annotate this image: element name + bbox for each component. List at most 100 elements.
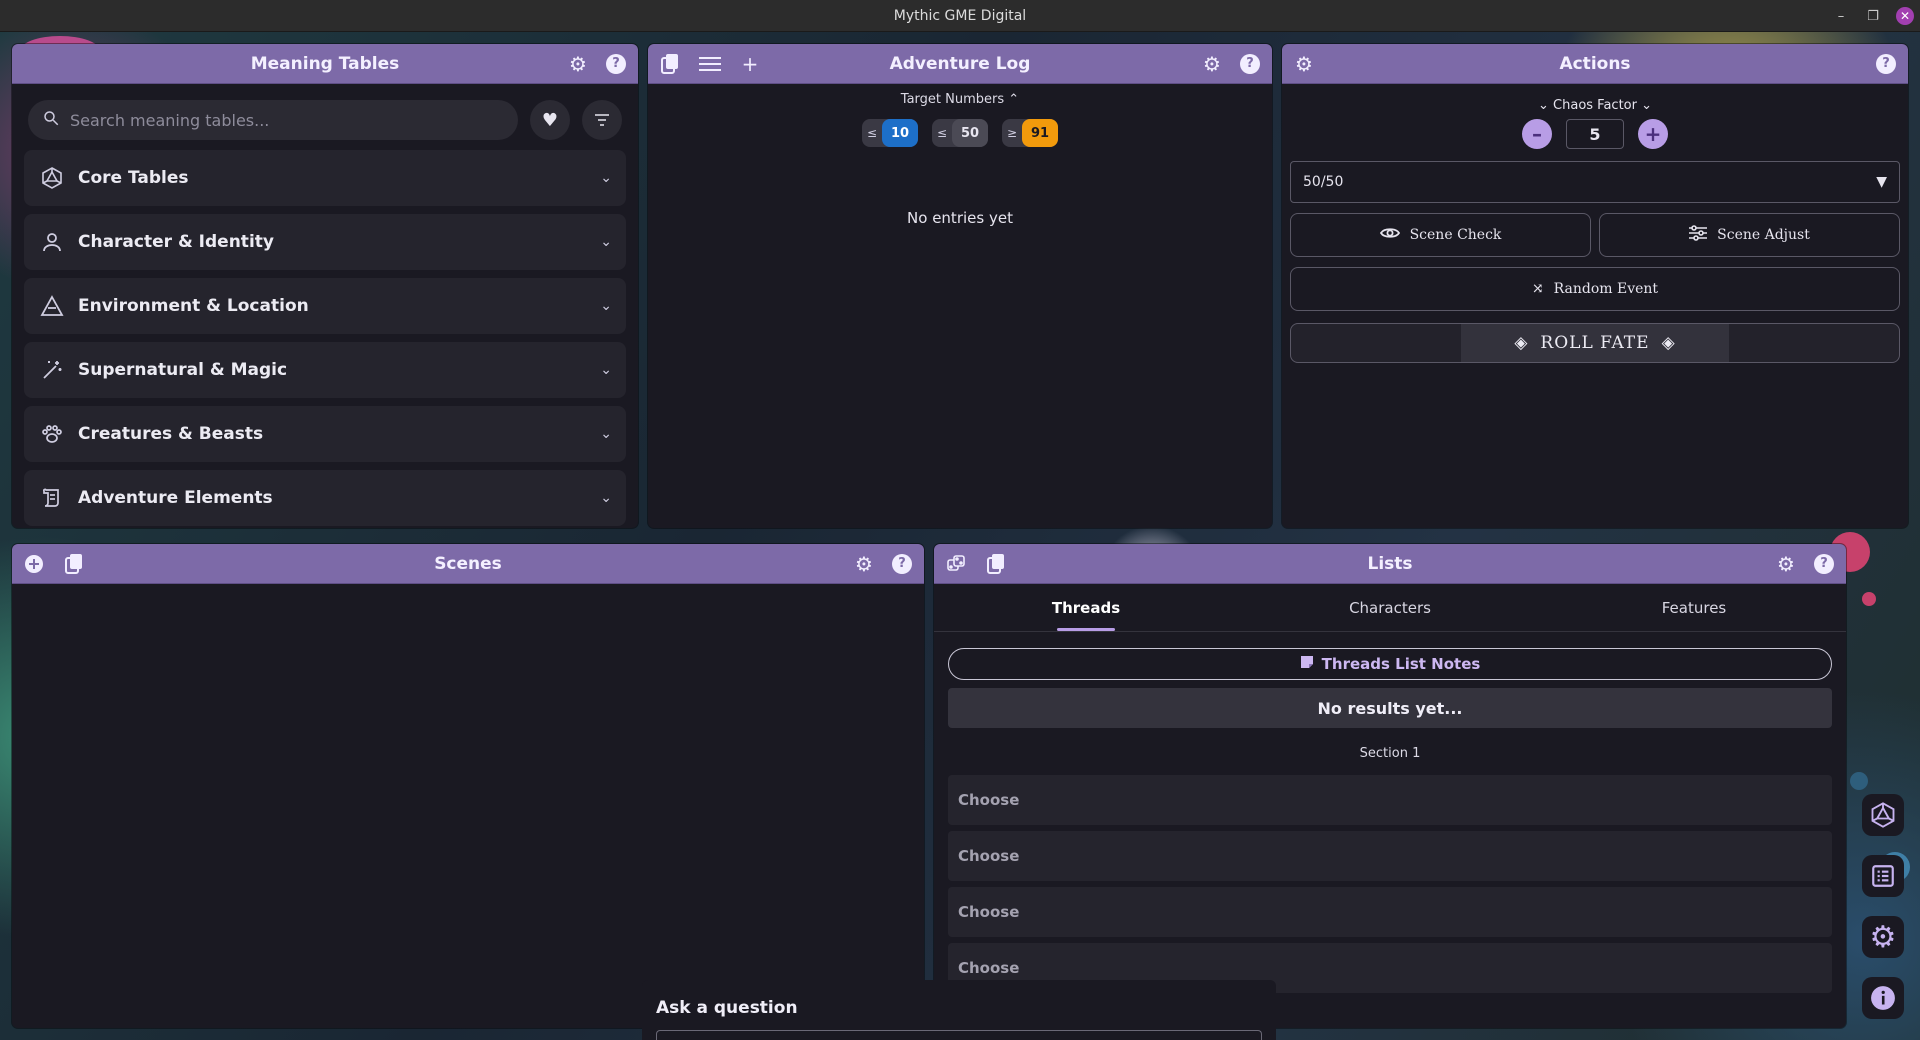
chevron-down-icon: ⌄ bbox=[1641, 98, 1653, 113]
diamond-icon: ◈ bbox=[1661, 333, 1676, 353]
d20-icon[interactable] bbox=[1862, 794, 1904, 836]
decrease-chaos-button[interactable]: – bbox=[1522, 119, 1552, 149]
gear-icon[interactable]: ⚙ bbox=[1200, 52, 1224, 76]
roll-fate-button[interactable]: ◈ ROLL FATE ◈ bbox=[1290, 323, 1900, 363]
scene-adjust-button[interactable]: Scene Adjust bbox=[1599, 213, 1900, 257]
category-adventure-elements[interactable]: Adventure Elements ⌄ bbox=[24, 470, 626, 526]
category-core-tables[interactable]: Core Tables ⌄ bbox=[24, 150, 626, 206]
copy-icon[interactable] bbox=[658, 52, 682, 76]
threads-notes-button[interactable]: Threads List Notes bbox=[948, 648, 1832, 680]
chevron-down-icon: ⌄ bbox=[600, 234, 612, 250]
help-icon[interactable]: ? bbox=[1874, 52, 1898, 76]
chevron-down-icon: ⌄ bbox=[600, 298, 612, 314]
search-box bbox=[28, 100, 518, 140]
category-label: Character & Identity bbox=[78, 232, 274, 252]
favorites-heart-icon[interactable]: ♥ bbox=[530, 100, 570, 140]
info-icon[interactable] bbox=[1862, 977, 1904, 1019]
target-pill: ≤ 10 bbox=[862, 119, 918, 147]
gear-icon[interactable]: ⚙ bbox=[1292, 52, 1316, 76]
help-icon[interactable]: ? bbox=[604, 52, 628, 76]
category-creatures-beasts[interactable]: Creatures & Beasts ⌄ bbox=[24, 406, 626, 462]
diamond-icon: ◈ bbox=[1514, 333, 1529, 353]
category-label: Core Tables bbox=[78, 168, 189, 188]
chaos-factor-value[interactable]: 5 bbox=[1566, 119, 1624, 149]
chevron-down-icon: ⌄ bbox=[1537, 98, 1549, 113]
lists-header: Lists ⚙ ? bbox=[934, 544, 1846, 584]
dice-icon[interactable] bbox=[944, 552, 968, 576]
scenes-header: Scenes ⚙ ? bbox=[12, 544, 924, 584]
panel-title: Meaning Tables bbox=[250, 53, 400, 74]
meaning-tables-header: Meaning Tables ⚙ ? bbox=[12, 44, 638, 84]
copy-icon[interactable] bbox=[62, 552, 86, 576]
target-operator: ≤ bbox=[866, 126, 878, 140]
maximize-button[interactable]: ❐ bbox=[1864, 7, 1882, 25]
category-label: Environment & Location bbox=[78, 296, 309, 316]
lists-panel: Lists ⚙ ? Threads Characters Features Th… bbox=[934, 544, 1846, 1028]
scene-check-label: Scene Check bbox=[1409, 227, 1502, 243]
actions-header: ⚙ Actions ? bbox=[1282, 44, 1908, 84]
category-character-identity[interactable]: Character & Identity ⌄ bbox=[24, 214, 626, 270]
category-supernatural-magic[interactable]: Supernatural & Magic ⌄ bbox=[24, 342, 626, 398]
filter-icon[interactable] bbox=[582, 100, 622, 140]
chevron-down-icon: ⌄ bbox=[600, 426, 612, 442]
copy-icon[interactable] bbox=[984, 552, 1008, 576]
window-title: Mythic GME Digital bbox=[893, 7, 1027, 24]
target-numbers-toggle[interactable]: Target Numbers ⌃ bbox=[648, 92, 1272, 107]
list-item[interactable]: Choose bbox=[948, 887, 1832, 937]
scene-check-button[interactable]: Scene Check bbox=[1290, 213, 1591, 257]
tab-characters[interactable]: Characters bbox=[1238, 584, 1542, 631]
increase-chaos-button[interactable]: + bbox=[1638, 119, 1668, 149]
sliders-icon bbox=[1689, 225, 1708, 245]
meaning-tables-panel: Meaning Tables ⚙ ? ♥ Core Tables ⌄ Chara… bbox=[12, 44, 638, 528]
random-event-button[interactable]: ⤨ Random Event bbox=[1290, 267, 1900, 311]
category-label: Supernatural & Magic bbox=[78, 360, 288, 380]
list-item[interactable]: Choose bbox=[948, 775, 1832, 825]
help-icon[interactable]: ? bbox=[1238, 52, 1262, 76]
scroll-icon bbox=[38, 484, 66, 512]
window-titlebar: Mythic GME Digital – ❐ ✕ bbox=[0, 0, 1920, 32]
category-environment-location[interactable]: Environment & Location ⌄ bbox=[24, 278, 626, 334]
odds-select[interactable]: 50/50 ▼ bbox=[1290, 161, 1900, 203]
close-button[interactable]: ✕ bbox=[1896, 7, 1914, 25]
gear-icon[interactable]: ⚙ bbox=[566, 52, 590, 76]
gear-icon[interactable]: ⚙ bbox=[1862, 916, 1904, 958]
chevron-down-icon: ⌄ bbox=[600, 362, 612, 378]
chaos-factor-label: Chaos Factor bbox=[1553, 98, 1637, 113]
search-input[interactable] bbox=[70, 110, 504, 130]
search-icon bbox=[42, 109, 60, 131]
help-icon[interactable]: ? bbox=[890, 552, 914, 576]
section-label: Section 1 bbox=[1359, 746, 1421, 761]
lists-tabs: Threads Characters Features bbox=[934, 584, 1846, 632]
tab-threads[interactable]: Threads bbox=[934, 584, 1238, 631]
odds-value: 50/50 bbox=[1303, 174, 1344, 190]
ask-question-title: Ask a question bbox=[656, 998, 798, 1018]
panel-title: Actions bbox=[1559, 53, 1631, 74]
random-event-label: Random Event bbox=[1553, 281, 1659, 297]
magic-wand-icon bbox=[38, 356, 66, 384]
ask-question-panel: Ask a question bbox=[642, 980, 1276, 1040]
paw-icon bbox=[38, 420, 66, 448]
target-operator: ≤ bbox=[936, 126, 948, 140]
gear-icon[interactable]: ⚙ bbox=[852, 552, 876, 576]
tab-features[interactable]: Features bbox=[1542, 584, 1846, 631]
dropdown-arrow-icon: ▼ bbox=[1876, 174, 1887, 190]
gear-icon[interactable]: ⚙ bbox=[1774, 552, 1798, 576]
add-circle-icon[interactable] bbox=[22, 552, 46, 576]
ask-question-input[interactable] bbox=[656, 1030, 1262, 1040]
menu-icon[interactable] bbox=[698, 52, 722, 76]
help-icon[interactable]: ? bbox=[1812, 552, 1836, 576]
list-item[interactable]: Choose bbox=[948, 831, 1832, 881]
target-pill: ≤ 50 bbox=[932, 119, 988, 147]
minimize-button[interactable]: – bbox=[1832, 7, 1850, 25]
note-icon bbox=[1300, 655, 1314, 673]
list-icon[interactable] bbox=[1862, 855, 1904, 897]
chaos-factor-toggle[interactable]: ⌄ Chaos Factor ⌄ bbox=[1282, 98, 1908, 113]
chevron-down-icon: ⌄ bbox=[600, 490, 612, 506]
d20-icon bbox=[38, 164, 66, 192]
add-icon[interactable]: + bbox=[738, 52, 762, 76]
mountain-icon bbox=[38, 292, 66, 320]
category-label: Creatures & Beasts bbox=[78, 424, 264, 444]
shuffle-icon: ⤨ bbox=[1531, 281, 1544, 297]
target-numbers-label: Target Numbers bbox=[900, 92, 1005, 107]
eye-icon bbox=[1379, 226, 1400, 244]
